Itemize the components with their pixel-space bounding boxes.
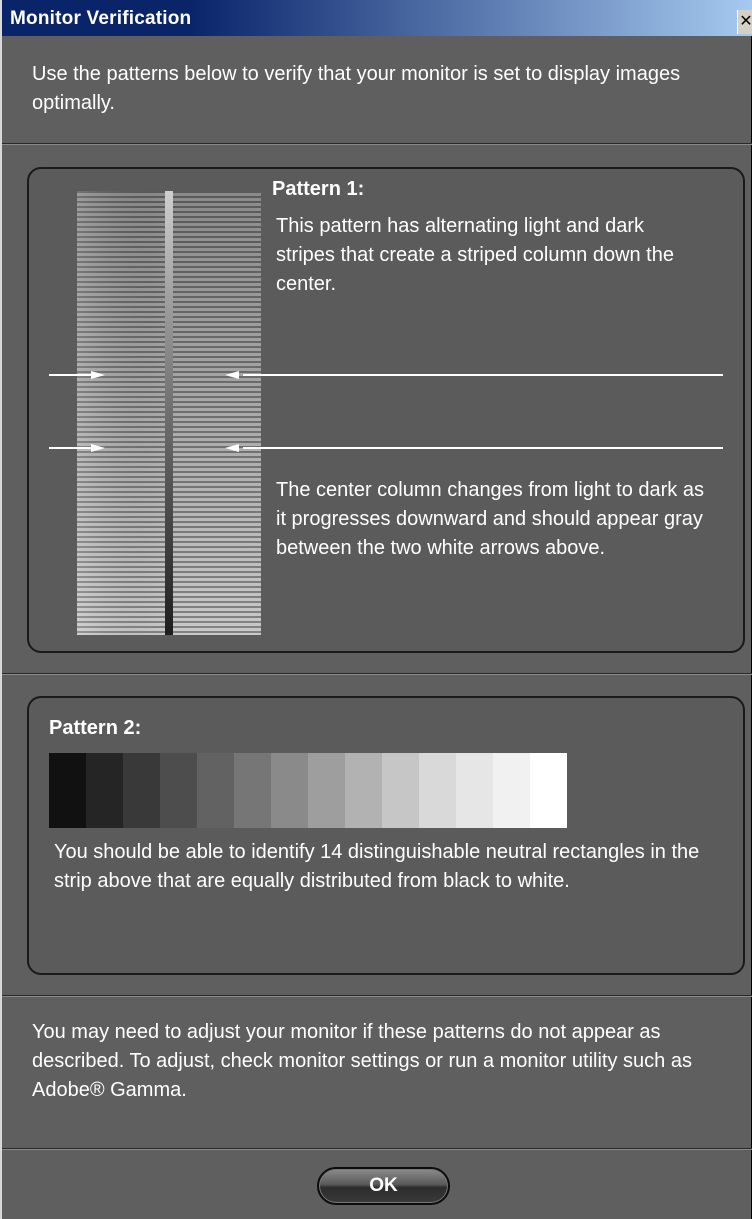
grayscale-strip: [49, 753, 567, 828]
gray-swatch: [308, 753, 345, 828]
ok-button[interactable]: OK: [317, 1167, 450, 1205]
pattern2-heading: Pattern 2:: [49, 717, 142, 739]
gray-swatch: [382, 753, 419, 828]
window-title: Monitor Verification: [10, 8, 192, 29]
gray-swatch: [271, 753, 308, 828]
gray-swatch: [49, 753, 86, 828]
intro-text: Use the patterns below to verify that yo…: [32, 63, 681, 114]
divider-bottom: [2, 995, 752, 997]
title-bar[interactable]: Monitor Verification ✕: [2, 0, 752, 36]
lower-arrow-marker: [49, 444, 723, 452]
gray-swatch: [234, 753, 271, 828]
upper-arrow-marker: [49, 371, 723, 379]
gray-swatch: [197, 753, 234, 828]
gray-swatch: [419, 753, 456, 828]
gray-swatch: [530, 753, 567, 828]
gray-swatch: [86, 753, 123, 828]
divider-middle: [2, 673, 752, 675]
pattern1-stripe-image: [77, 191, 261, 635]
gray-swatch: [456, 753, 493, 828]
monitor-verification-dialog: Monitor Verification ✕ Use the patterns …: [0, 0, 752, 1219]
outro-text: You may need to adjust your monitor if t…: [32, 1021, 692, 1101]
gray-swatch: [493, 753, 530, 828]
divider-footer: [2, 1148, 752, 1150]
gray-swatch: [345, 753, 382, 828]
divider-top: [2, 143, 752, 145]
gray-swatch: [123, 753, 160, 828]
pattern1-heading: Pattern 1:: [272, 178, 365, 200]
pattern1-description-top: This pattern has alternating light and d…: [276, 215, 674, 295]
pattern2-panel: Pattern 2: You should be able to identif…: [27, 696, 745, 975]
close-icon[interactable]: ✕: [737, 10, 752, 34]
pattern1-panel: Pattern 1: This pattern has alternating …: [27, 167, 745, 653]
gray-swatch: [160, 753, 197, 828]
pattern2-description: You should be able to identify 14 distin…: [54, 841, 700, 892]
pattern1-description-bottom: The center column changes from light to …: [276, 479, 704, 559]
